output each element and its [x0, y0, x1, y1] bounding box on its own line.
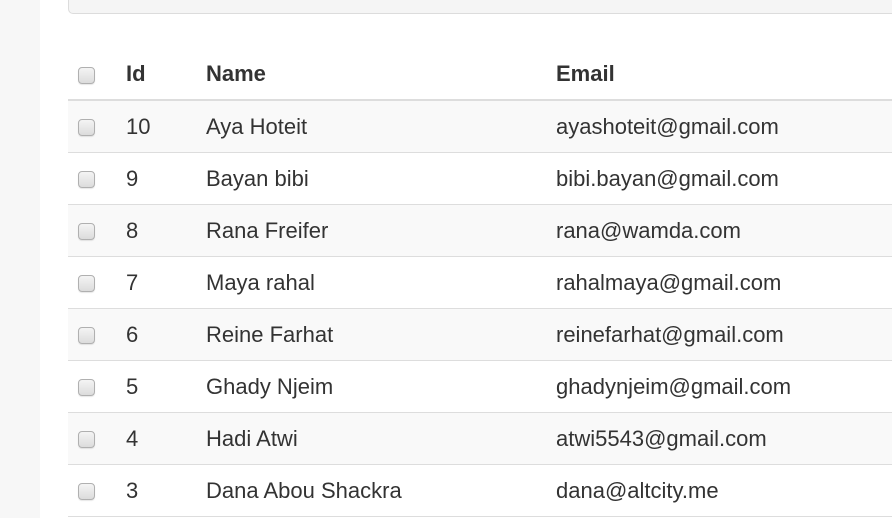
- table-row[interactable]: 8 Rana Freifer rana@wamda.com: [68, 204, 892, 257]
- row-checkbox[interactable]: [78, 431, 95, 449]
- row-select-cell: [68, 464, 126, 517]
- cell-name: Reine Farhat: [206, 308, 556, 361]
- row-select-cell: [68, 100, 126, 153]
- row-checkbox[interactable]: [78, 379, 95, 397]
- cell-email: dana@altcity.me: [556, 464, 892, 517]
- header-name[interactable]: Name: [206, 49, 556, 101]
- cell-id: 5: [126, 360, 206, 413]
- row-checkbox[interactable]: [78, 171, 95, 189]
- row-checkbox[interactable]: [78, 119, 95, 137]
- cell-email: rahalmaya@gmail.com: [556, 256, 892, 309]
- cell-id: 10: [126, 100, 206, 153]
- row-select-cell: [68, 308, 126, 361]
- cell-email: bibi.bayan@gmail.com: [556, 152, 892, 205]
- cell-id: 8: [126, 204, 206, 257]
- cell-id: 9: [126, 152, 206, 205]
- table-row[interactable]: 3 Dana Abou Shackra dana@altcity.me: [68, 464, 892, 517]
- row-checkbox[interactable]: [78, 275, 95, 293]
- cell-name: Bayan bibi: [206, 152, 556, 205]
- cell-id: 6: [126, 308, 206, 361]
- sidebar: [0, 0, 40, 518]
- row-checkbox[interactable]: [78, 223, 95, 241]
- cell-email: reinefarhat@gmail.com: [556, 308, 892, 361]
- filter-panel: [68, 0, 892, 14]
- row-select-cell: [68, 204, 126, 257]
- table-row[interactable]: 6 Reine Farhat reinefarhat@gmail.com: [68, 308, 892, 361]
- table-row[interactable]: 4 Hadi Atwi atwi5543@gmail.com: [68, 412, 892, 465]
- cell-name: Maya rahal: [206, 256, 556, 309]
- row-select-cell: [68, 256, 126, 309]
- select-all-checkbox[interactable]: [78, 66, 95, 84]
- row-checkbox[interactable]: [78, 327, 95, 345]
- cell-name: Rana Freifer: [206, 204, 556, 257]
- row-checkbox[interactable]: [78, 483, 95, 501]
- row-select-cell: [68, 152, 126, 205]
- cell-email: ghadynjeim@gmail.com: [556, 360, 892, 413]
- row-select-cell: [68, 412, 126, 465]
- cell-email: ayashoteit@gmail.com: [556, 100, 892, 153]
- row-select-cell: [68, 360, 126, 413]
- header-email[interactable]: Email: [556, 49, 892, 101]
- cell-id: 4: [126, 412, 206, 465]
- table-header-row: Id Name Email: [68, 49, 892, 101]
- cell-name: Aya Hoteit: [206, 100, 556, 153]
- cell-name: Dana Abou Shackra: [206, 464, 556, 517]
- table-row[interactable]: 7 Maya rahal rahalmaya@gmail.com: [68, 256, 892, 309]
- select-all-cell: [68, 49, 126, 101]
- table-row[interactable]: 5 Ghady Njeim ghadynjeim@gmail.com: [68, 360, 892, 413]
- table-row[interactable]: 9 Bayan bibi bibi.bayan@gmail.com: [68, 152, 892, 205]
- cell-name: Hadi Atwi: [206, 412, 556, 465]
- cell-id: 3: [126, 464, 206, 517]
- header-id[interactable]: Id: [126, 49, 206, 101]
- cell-name: Ghady Njeim: [206, 360, 556, 413]
- cell-email: rana@wamda.com: [556, 204, 892, 257]
- table-row[interactable]: 10 Aya Hoteit ayashoteit@gmail.com: [68, 100, 892, 153]
- cell-email: atwi5543@gmail.com: [556, 412, 892, 465]
- users-table: Id Name Email 10 Aya Hoteit ayashoteit@g…: [68, 49, 892, 517]
- cell-id: 7: [126, 256, 206, 309]
